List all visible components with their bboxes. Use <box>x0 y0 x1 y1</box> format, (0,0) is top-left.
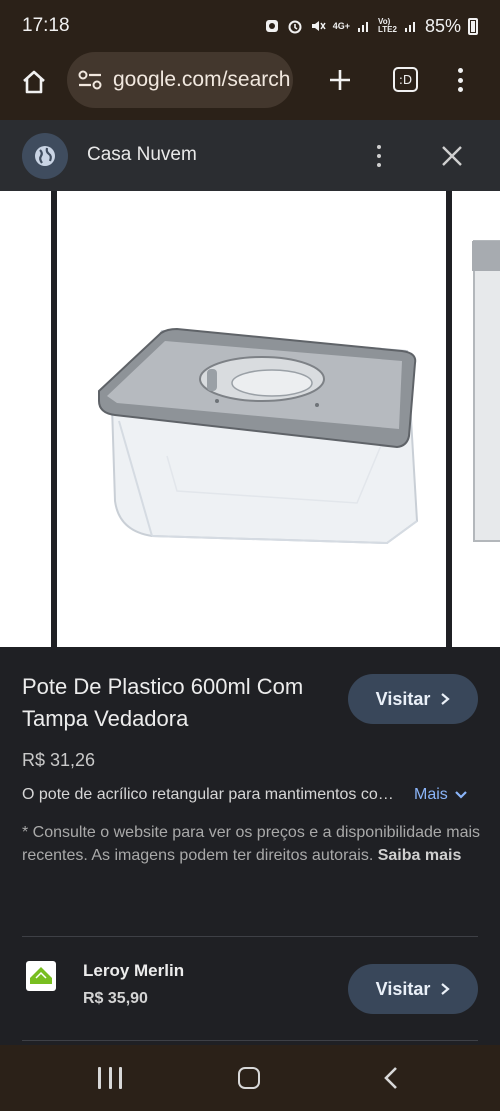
divider <box>22 1040 478 1041</box>
merchant-visit-label: Visitar <box>375 978 431 999</box>
panel-header: Casa Nuvem <box>0 120 500 191</box>
product-price: R$ 31,26 <box>22 750 96 770</box>
divider <box>22 936 478 937</box>
previous-image[interactable] <box>0 191 51 647</box>
address-bar[interactable]: google.com/search <box>67 52 293 108</box>
battery-percent: 85% <box>424 15 461 36</box>
notification-icon <box>265 20 278 32</box>
learn-more-link[interactable]: Saiba mais <box>378 847 462 864</box>
merchant-name: Leroy Merlin <box>83 961 185 980</box>
product-title: Pote De Plastico 600ml Com Tampa Vedador… <box>22 674 304 731</box>
product-image[interactable] <box>57 191 446 647</box>
system-nav-bar <box>0 1045 500 1111</box>
mute-icon <box>311 21 326 31</box>
image-carousel[interactable] <box>0 191 500 647</box>
more-label: Mais <box>414 786 448 803</box>
close-button[interactable] <box>437 141 467 171</box>
disclaimer: * Consulte o website para ver os preços … <box>22 821 482 867</box>
tab-switcher-button[interactable]: :D <box>393 67 418 92</box>
status-time: 17:18 <box>22 15 70 36</box>
chevron-right-icon <box>441 983 451 995</box>
merchant-visit-button[interactable]: Visitar <box>348 964 478 1014</box>
leroy-merlin-logo <box>30 967 52 984</box>
chevron-down-icon <box>455 791 467 799</box>
panel-more-button[interactable] <box>370 142 388 170</box>
next-image[interactable] <box>452 191 500 647</box>
status-icons: 4G+ Vo) LTE2 85% <box>264 16 478 37</box>
status-bar: 17:18 4G+ Vo) LTE2 85% <box>0 0 500 52</box>
home-nav-button[interactable] <box>238 1067 260 1089</box>
browser-menu-button[interactable] <box>448 66 472 94</box>
globe-icon <box>22 133 68 179</box>
close-icon <box>442 146 462 166</box>
url-text: google.com/search <box>113 68 291 91</box>
visit-button[interactable]: Visitar <box>348 674 478 724</box>
network-type: 4G+ <box>332 21 350 31</box>
site-settings-icon[interactable] <box>77 69 103 91</box>
alarm-icon <box>288 20 302 34</box>
plus-icon <box>330 70 350 90</box>
visit-label: Visitar <box>375 688 431 709</box>
signal-icon-2 <box>404 22 415 32</box>
site-name: Casa Nuvem <box>87 144 197 165</box>
back-button[interactable] <box>380 1065 404 1091</box>
home-button[interactable] <box>16 64 52 100</box>
recents-button[interactable] <box>98 1067 122 1089</box>
browser-toolbar: google.com/search :D <box>0 52 500 120</box>
volte-label: Vo) LTE2 <box>378 17 397 34</box>
back-icon <box>384 1067 397 1089</box>
home-icon <box>23 70 45 94</box>
battery-icon <box>468 17 478 35</box>
new-tab-button[interactable] <box>322 62 358 98</box>
more-button[interactable]: Mais <box>414 786 468 804</box>
merchant-price: R$ 35,90 <box>83 990 148 1007</box>
chevron-right-icon <box>441 693 451 705</box>
product-description: O pote de acrílico retangular para manti… <box>22 786 406 803</box>
merchant-logo <box>26 961 56 991</box>
signal-icon <box>358 22 368 32</box>
